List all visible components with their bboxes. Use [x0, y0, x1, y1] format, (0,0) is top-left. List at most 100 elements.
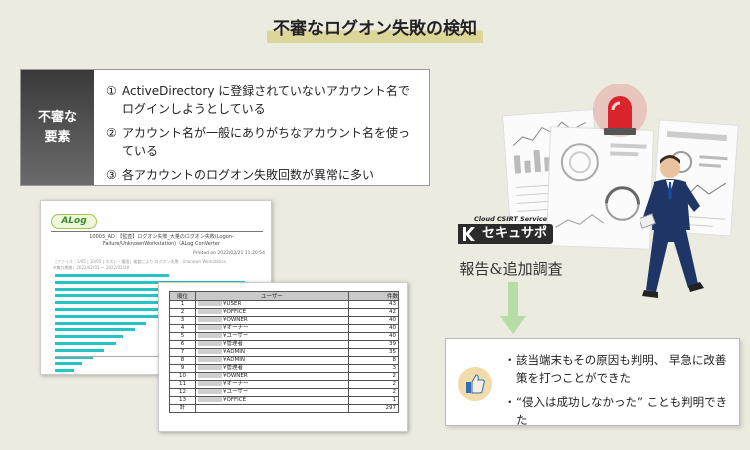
ranking-row: 10 ¥OWNER 2	[169, 372, 399, 381]
rank-cell: 8	[169, 356, 196, 365]
count-cell: 3	[348, 364, 399, 373]
result-text: “侵入は成功しなかった” ことも判明できた	[516, 395, 728, 427]
rank-cell: 10	[169, 372, 196, 381]
masked-domain	[198, 349, 222, 354]
report-bar	[55, 307, 173, 311]
report-bar	[55, 362, 82, 366]
rank-cell: 3	[169, 316, 196, 325]
thumbs-up-icon	[466, 374, 485, 394]
user-cell: ¥オーナー	[195, 380, 349, 389]
result-list: ・ 該当端末もその原因も判明、 早急に改善策を打つことができた ・ “侵入は成功…	[504, 351, 736, 429]
result-item: ・ 該当端末もその原因も判明、 早急に改善策を打つことができた	[504, 351, 736, 387]
report-bar	[55, 369, 74, 373]
dashboard-paper-center	[545, 126, 655, 250]
report-investigation-label: 報告&追加調査	[459, 260, 563, 278]
report-bar	[55, 341, 116, 345]
user-cell: ¥ADMIN	[195, 348, 349, 357]
result-text: 該当端末もその原因も判明、 早急に改善策を打つことができた	[516, 353, 727, 385]
factor-item: ③ 各アカウントのログオン失敗回数が異常に多い	[106, 166, 417, 184]
title-wrap: 不審なログオン失敗の検知	[0, 10, 750, 43]
user-cell	[195, 404, 349, 413]
header-rank: 順位	[169, 291, 196, 301]
user-name: ¥管理者	[223, 341, 243, 347]
user-name: ¥OWNER	[223, 317, 248, 323]
result-box: ・ 該当端末もその原因も判明、 早急に改善策を打つことができた ・ “侵入は成功…	[445, 338, 740, 429]
user-name: ¥OFFICE	[223, 397, 247, 403]
user-cell: ¥管理者	[195, 364, 349, 373]
report-period: ※集計期間：2022/02/01 ～ 2022/02/28	[53, 265, 130, 270]
factors-label-line2: 要素	[44, 129, 71, 145]
masked-domain	[198, 373, 222, 378]
service-subtitle: Cloud CSIRT Service	[474, 215, 548, 223]
ranking-table-body: 1 ¥USER 43 2 ¥OFFICE 42 3 ¥OWNER 40 4 ¥オーナー 40 5 ¥ユーザ…	[169, 300, 399, 413]
report-printed-date: Printed on 2022/03/21 11:20:54	[192, 251, 265, 256]
factor-text: 各アカウントのログオン失敗回数が異常に多い	[122, 168, 375, 182]
user-name: ¥ADMIN	[223, 357, 245, 363]
ranking-header-row: 順位 ユーザー 件数	[169, 291, 399, 301]
count-cell: 40	[348, 332, 399, 341]
count-cell: 2	[348, 380, 399, 389]
user-name: ¥OWNER	[223, 373, 248, 379]
user-name: ¥オーナー	[223, 325, 249, 331]
user-name: ¥ユーザー	[223, 389, 249, 395]
rank-cell: 1	[169, 300, 196, 309]
count-cell: 8	[348, 356, 399, 365]
ranking-row: 4 ¥オーナー 40	[169, 324, 399, 333]
sekyusapo-k-icon	[458, 224, 478, 244]
ranking-row: 7 ¥ADMIN 35	[169, 348, 399, 357]
count-cell: 43	[348, 300, 399, 309]
factor-number: ②	[106, 126, 117, 140]
alert-siren-icon	[593, 84, 647, 137]
count-cell: 297	[348, 404, 399, 413]
rank-cell: 5	[169, 332, 196, 341]
user-cell: ¥OFFICE	[195, 308, 349, 317]
rank-cell: 6	[169, 340, 196, 349]
ranking-row: 6 ¥管理者 39	[169, 340, 399, 349]
count-cell: 40	[348, 324, 399, 333]
count-cell: 40	[348, 316, 399, 325]
masked-domain	[198, 381, 222, 386]
rank-cell: 13	[169, 396, 196, 405]
result-item: ・ “侵入は成功しなかった” ことも判明できた	[504, 393, 736, 429]
masked-domain	[198, 389, 222, 394]
factor-list: ① ActiveDirectory に登録されていないアカウント名で ログインし…	[94, 70, 429, 185]
service-name: セキュサポ	[478, 224, 554, 244]
count-cell: 42	[348, 308, 399, 317]
suspicious-factors-box: 不審な 要素 ① ActiveDirectory に登録されていないアカウント名…	[20, 69, 430, 186]
rank-cell: 11	[169, 380, 196, 389]
count-cell: 39	[348, 340, 399, 349]
ranking-row: 9 ¥管理者 3	[169, 364, 399, 373]
factor-text: ActiveDirectory に登録されていないアカウント名で ログインしよう…	[122, 84, 410, 116]
thumbs-up-badge	[458, 367, 492, 401]
user-cell: ¥USER	[195, 300, 349, 309]
ranking-table-document: 順位 ユーザー 件数 1 ¥USER 43 2 ¥OFFICE 42 3 ¥OWNER 40 4 ¥…	[158, 282, 408, 432]
ranking-row: 8 ¥ADMIN 8	[169, 356, 399, 365]
ranking-row: 5 ¥ユーザー 40	[169, 332, 399, 341]
user-cell: ¥OWNER	[195, 372, 349, 381]
rank-cell: 計	[169, 404, 196, 413]
rank-cell: 12	[169, 388, 196, 397]
ranking-row: 12 ¥ユーザー 2	[169, 388, 399, 397]
report-bar	[55, 274, 169, 277]
ranking-row: 11 ¥オーナー 2	[169, 380, 399, 389]
report-bar	[55, 328, 135, 332]
header-user: ユーザー	[195, 291, 349, 301]
down-arrow-icon	[500, 282, 526, 334]
alog-logo: ALog	[51, 214, 97, 229]
dashboard-gauge-icon	[555, 143, 647, 228]
masked-domain	[198, 317, 222, 322]
result-bullet: ・	[504, 395, 516, 409]
user-name: ¥管理者	[223, 365, 243, 371]
factor-number: ①	[106, 84, 117, 98]
user-name: ¥ADMIN	[223, 349, 245, 355]
masked-domain	[198, 301, 222, 306]
ranking-row: 13 ¥OFFICE 1	[169, 396, 399, 405]
user-name: ¥ユーザー	[223, 333, 249, 339]
report-note: ［ファイル｜1/05 | 10/05 | ネスト・権限」検査により ログオン失敗…	[53, 259, 233, 271]
ranking-table: 順位 ユーザー 件数 1 ¥USER 43 2 ¥OFFICE 42 3 ¥OWNER 40 4 ¥…	[169, 291, 399, 413]
factors-label-line1: 不審な	[37, 110, 77, 125]
rank-cell: 9	[169, 364, 196, 373]
ranking-row: 2 ¥OFFICE 42	[169, 308, 399, 317]
ranking-row: 3 ¥OWNER 40	[169, 316, 399, 325]
factor-text: アカウント名が一般にありがちなアカウント名を使っている	[122, 126, 411, 158]
